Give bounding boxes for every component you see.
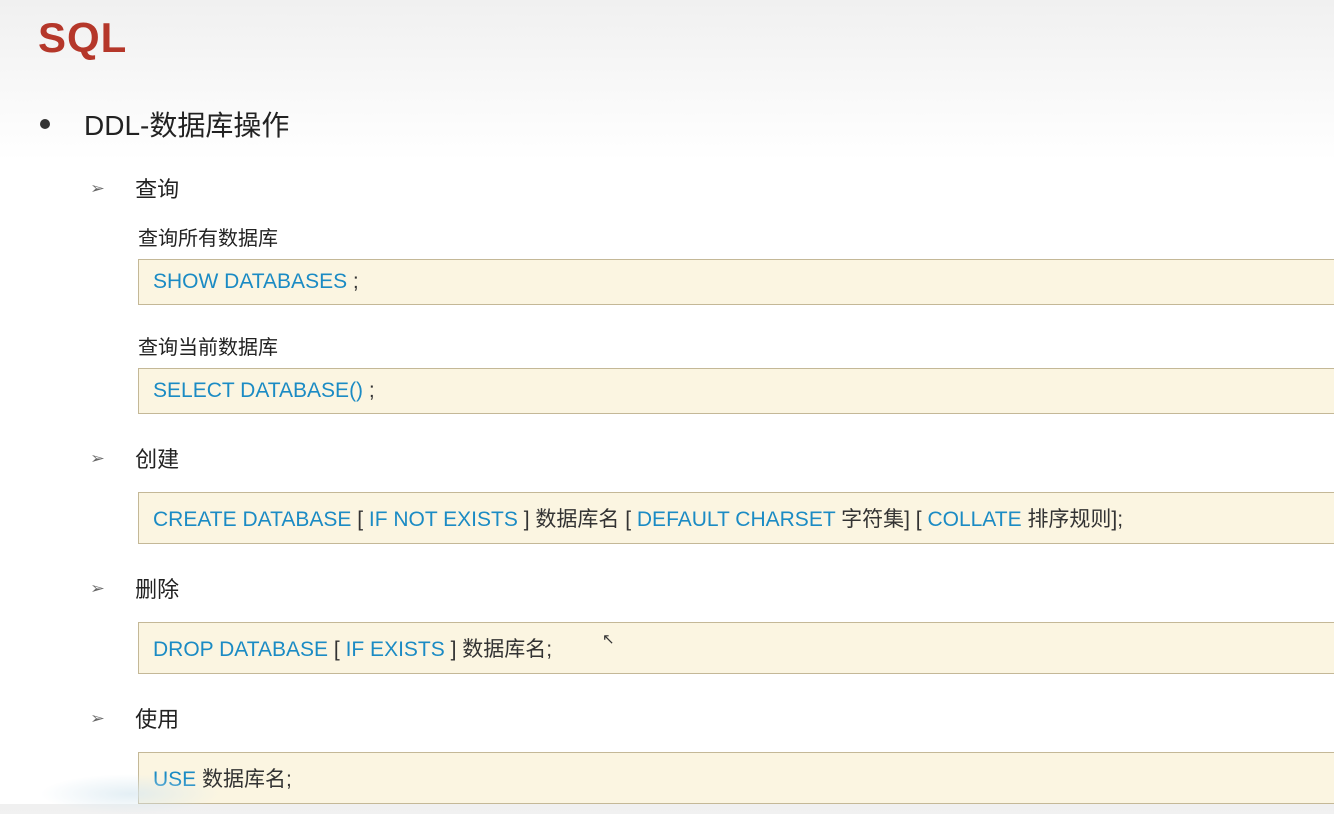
sql-keyword: SHOW DATABASES	[153, 270, 353, 293]
code-box: SHOW DATABASES ;	[138, 259, 1334, 305]
subsection-label: 删除	[135, 572, 179, 604]
sql-keyword: DEFAULT CHARSET	[637, 508, 841, 531]
sql-keyword: IF NOT EXISTS	[369, 508, 524, 531]
code-line: SELECT DATABASE() ;	[153, 379, 1320, 403]
code-box: USE 数据库名;	[138, 752, 1334, 804]
sql-text: 排序规则];	[1027, 508, 1123, 531]
sql-text: ;	[353, 270, 359, 293]
sql-keyword: SELECT DATABASE()	[153, 379, 369, 402]
sql-keyword: IF EXISTS	[346, 638, 451, 661]
code-box: SELECT DATABASE() ;	[138, 368, 1334, 414]
section-label: DDL-数据库操作	[84, 104, 289, 144]
subsection-label: 创建	[135, 442, 179, 474]
chevron-right-icon: ➢	[90, 579, 105, 598]
bullet-icon	[40, 119, 50, 129]
section-heading: DDL-数据库操作	[40, 104, 1334, 144]
sql-text: ] 数据库名;	[451, 638, 553, 661]
subsection-label: 使用	[135, 702, 179, 734]
sub-heading: ➢ 创建	[90, 442, 1334, 474]
inner-block: USE 数据库名;	[138, 752, 1334, 804]
code-line: DROP DATABASE [ IF EXISTS ] 数据库名;	[153, 633, 1320, 663]
inner-block: DROP DATABASE [ IF EXISTS ] 数据库名;	[138, 622, 1334, 674]
cursor-icon: ↖	[602, 630, 615, 648]
subsection: ➢ 创建 CREATE DATABASE [ IF NOT EXISTS ] 数据库…	[90, 442, 1334, 544]
code-line: USE 数据库名;	[153, 763, 1320, 793]
code-caption: 查询当前数据库	[138, 331, 1334, 360]
sql-text: ;	[369, 379, 375, 402]
sub-heading: ➢ 查询	[90, 172, 1334, 204]
code-box: DROP DATABASE [ IF EXISTS ] 数据库名;	[138, 622, 1334, 674]
inner-block: CREATE DATABASE [ IF NOT EXISTS ] 数据库名 […	[138, 492, 1334, 544]
sql-text: [	[357, 508, 369, 531]
code-box: CREATE DATABASE [ IF NOT EXISTS ] 数据库名 […	[138, 492, 1334, 544]
sub-heading: ➢ 删除	[90, 572, 1334, 604]
sql-text: 字符集] [	[841, 508, 927, 531]
decorative-wave	[40, 774, 220, 814]
page-title: SQL	[0, 0, 1334, 62]
sub-heading: ➢ 使用	[90, 702, 1334, 734]
chevron-right-icon: ➢	[90, 179, 105, 198]
sql-keyword: DROP DATABASE	[153, 638, 334, 661]
chevron-right-icon: ➢	[90, 449, 105, 468]
sql-keyword: COLLATE	[927, 508, 1027, 531]
sql-text: ] 数据库名 [	[524, 508, 637, 531]
inner-block: 查询所有数据库 SHOW DATABASES ; 查询当前数据库 SELECT DAT…	[138, 222, 1334, 414]
code-caption: 查询所有数据库	[138, 222, 1334, 251]
sql-text: [	[334, 638, 346, 661]
subsection: ➢ 删除 DROP DATABASE [ IF EXISTS ] 数据库名;	[90, 572, 1334, 674]
subsection-label: 查询	[135, 172, 179, 204]
chevron-right-icon: ➢	[90, 709, 105, 728]
code-line: SHOW DATABASES ;	[153, 270, 1320, 294]
code-line: CREATE DATABASE [ IF NOT EXISTS ] 数据库名 […	[153, 503, 1320, 533]
subsection: ➢ 使用 USE 数据库名;	[90, 702, 1334, 804]
subsection: ➢ 查询查询所有数据库 SHOW DATABASES ; 查询当前数据库 SELECT …	[90, 172, 1334, 414]
sql-keyword: CREATE DATABASE	[153, 508, 357, 531]
